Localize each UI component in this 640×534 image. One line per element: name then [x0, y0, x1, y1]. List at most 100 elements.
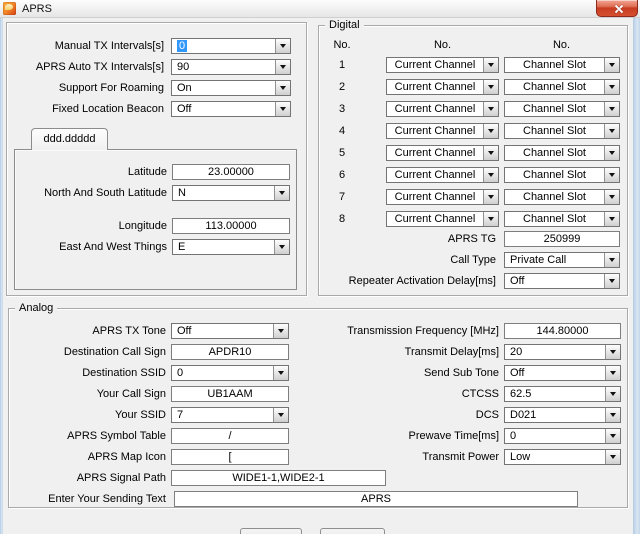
digital-slot-select-8[interactable]: Channel Slot [504, 211, 620, 227]
close-icon [615, 5, 623, 13]
digital-slot-select-2[interactable]: Channel Slot [504, 79, 620, 95]
field-label: APRS TG [339, 231, 496, 247]
chevron-down-icon [488, 173, 494, 180]
combo-dropdown-button[interactable] [604, 124, 619, 138]
destination-ssid-select[interactable]: 0 [171, 365, 289, 381]
title-bar: APRS [0, 0, 640, 18]
aprs-tg-input[interactable]: 250999 [504, 231, 620, 247]
repeater-activation-delay-select[interactable]: Off [504, 273, 620, 289]
aprs-auto-tx-interval-select[interactable]: 90 [171, 59, 291, 75]
combo-dropdown-button[interactable] [604, 253, 619, 267]
combo-dropdown-button[interactable] [604, 212, 619, 226]
combo-dropdown-button[interactable] [605, 387, 620, 401]
combo-dropdown-button[interactable] [275, 102, 290, 116]
digital-slot-select-5[interactable]: Channel Slot [504, 145, 620, 161]
digital-slot-select-6[interactable]: Channel Slot [504, 167, 620, 183]
ew-longitude-select[interactable]: E [172, 239, 290, 255]
send-sub-tone-select[interactable]: Off [504, 365, 621, 381]
support-roaming-select[interactable]: On [171, 80, 291, 96]
ns-latitude-select[interactable]: N [172, 185, 290, 201]
ctcss-select[interactable]: 62.5 [504, 386, 621, 402]
combo-dropdown-button[interactable] [604, 168, 619, 182]
digital-channel-select-7[interactable]: Current Channel [386, 189, 499, 205]
combo-dropdown-button[interactable] [273, 366, 288, 380]
combo-dropdown-button[interactable] [483, 80, 498, 94]
sending-text-input[interactable]: APRS [174, 491, 578, 507]
field-label: APRS TX Tone [9, 323, 166, 339]
digital-channel-select-2[interactable]: Current Channel [386, 79, 499, 95]
transmit-power-select[interactable]: Low [504, 449, 621, 465]
digital-channel-select-8[interactable]: Current Channel [386, 211, 499, 227]
aprs-signal-path-input[interactable]: WIDE1-1,WIDE2-1 [171, 470, 386, 486]
combo-dropdown-button[interactable] [273, 324, 288, 338]
field-label: Transmit Delay[ms] [299, 344, 499, 360]
digital-slot-select-1[interactable]: Channel Slot [504, 57, 620, 73]
digital-slot-select-4[interactable]: Channel Slot [504, 123, 620, 139]
combo-dropdown-button[interactable] [483, 168, 498, 182]
chevron-down-icon [488, 107, 494, 114]
row-number: 8 [327, 211, 357, 227]
combo-dropdown-button[interactable] [275, 39, 290, 53]
chevron-down-icon [609, 107, 615, 114]
combo-dropdown-button[interactable] [274, 186, 289, 200]
chevron-down-icon [279, 245, 285, 252]
combo-dropdown-button[interactable] [604, 102, 619, 116]
combo-dropdown-button[interactable] [483, 212, 498, 226]
digital-slot-select-3[interactable]: Channel Slot [504, 101, 620, 117]
digital-channel-select-6[interactable]: Current Channel [386, 167, 499, 183]
your-call-sign-input[interactable]: UB1AAM [171, 386, 289, 402]
digital-channel-select-3[interactable]: Current Channel [386, 101, 499, 117]
digital-group: Digital No. No. No. 1 Current Channel Ch… [318, 25, 628, 296]
field-label: CTCSS [299, 386, 499, 402]
digital-channel-select-4[interactable]: Current Channel [386, 123, 499, 139]
transmit-delay-select[interactable]: 20 [504, 344, 621, 360]
partial-button-right[interactable] [320, 528, 385, 534]
digital-channel-select-5[interactable]: Current Channel [386, 145, 499, 161]
aprs-tx-tone-select[interactable]: Off [171, 323, 289, 339]
combo-dropdown-button[interactable] [273, 408, 288, 422]
field-label: Support For Roaming [9, 80, 164, 96]
digital-slot-select-7[interactable]: Channel Slot [504, 189, 620, 205]
combo-dropdown-button[interactable] [275, 60, 290, 74]
aprs-map-icon-input[interactable]: [ [171, 449, 289, 465]
combo-dropdown-button[interactable] [605, 408, 620, 422]
combo-dropdown-button[interactable] [604, 58, 619, 72]
dcs-select[interactable]: D021 [504, 407, 621, 423]
combo-dropdown-button[interactable] [483, 58, 498, 72]
combo-dropdown-button[interactable] [605, 366, 620, 380]
chevron-down-icon [610, 392, 616, 399]
transmission-frequency-input[interactable]: 144.80000 [504, 323, 621, 339]
combo-dropdown-button[interactable] [274, 240, 289, 254]
field-label: Latitude [19, 164, 167, 180]
combo-dropdown-button[interactable] [275, 81, 290, 95]
destination-call-sign-input[interactable]: APDR10 [171, 344, 289, 360]
combo-dropdown-button[interactable] [483, 190, 498, 204]
latitude-input[interactable]: 23.00000 [172, 164, 290, 180]
window-frame-left [0, 18, 3, 534]
combo-dropdown-button[interactable] [605, 450, 620, 464]
longitude-input[interactable]: 113.00000 [172, 218, 290, 234]
digital-channel-select-1[interactable]: Current Channel [386, 57, 499, 73]
combo-dropdown-button[interactable] [483, 124, 498, 138]
aprs-symbol-table-input[interactable]: / [171, 428, 289, 444]
combo-dropdown-button[interactable] [605, 429, 620, 443]
prewave-time-select[interactable]: 0 [504, 428, 621, 444]
combo-dropdown-button[interactable] [604, 274, 619, 288]
manual-tx-interval-select[interactable]: 0 [171, 38, 291, 54]
close-button[interactable] [596, 0, 638, 17]
tab-ddd-ddddd[interactable]: ddd.ddddd [31, 128, 108, 150]
field-label: Manual TX Intervals[s] [9, 38, 164, 54]
combo-dropdown-button[interactable] [604, 146, 619, 160]
combo-dropdown-button[interactable] [605, 345, 620, 359]
partial-button-left[interactable] [240, 528, 302, 534]
combo-dropdown-button[interactable] [604, 80, 619, 94]
call-type-select[interactable]: Private Call [504, 252, 620, 268]
fixed-location-beacon-select[interactable]: Off [171, 101, 291, 117]
group-label: Digital [325, 18, 364, 32]
your-ssid-select[interactable]: 7 [171, 407, 289, 423]
combo-dropdown-button[interactable] [483, 102, 498, 116]
field-label: Your SSID [9, 407, 166, 423]
row-number: 4 [327, 123, 357, 139]
combo-dropdown-button[interactable] [483, 146, 498, 160]
combo-dropdown-button[interactable] [604, 190, 619, 204]
